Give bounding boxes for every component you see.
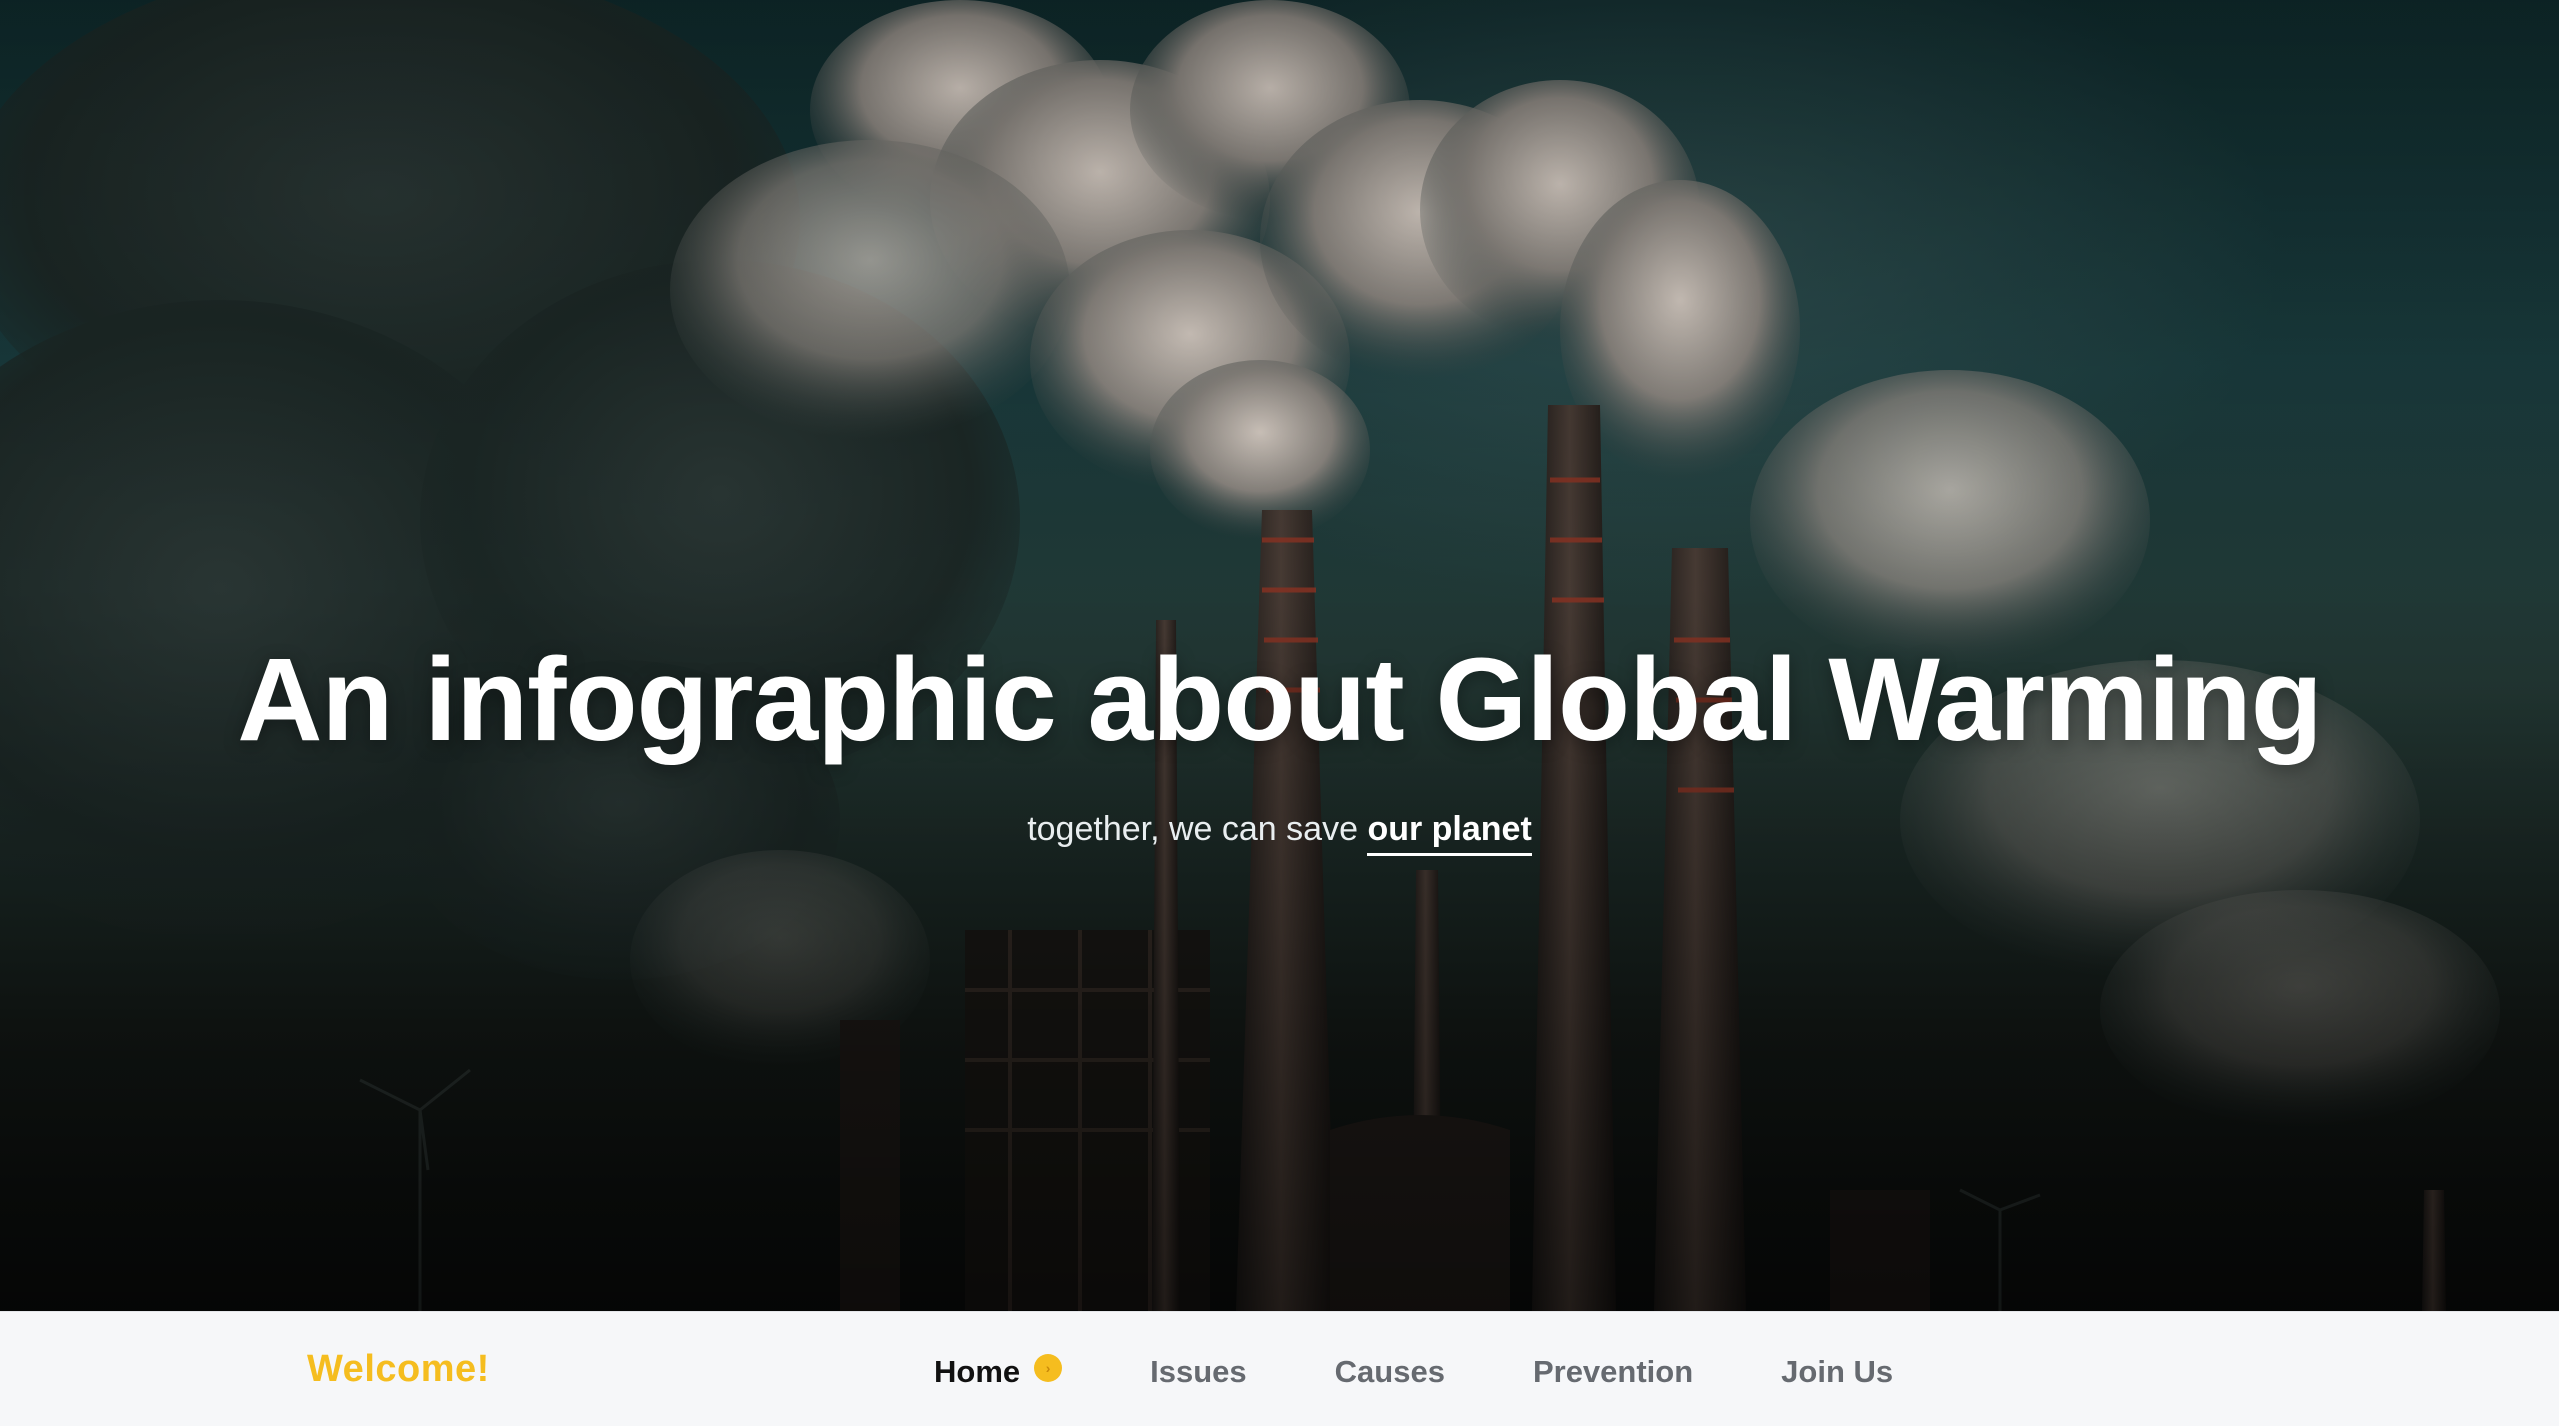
brand-welcome: Welcome! bbox=[307, 1348, 490, 1390]
hero-section: An infographic about Global Warming toge… bbox=[0, 0, 2559, 1311]
nav-item-label: Home bbox=[934, 1354, 1021, 1389]
nav-item-issues[interactable]: Issues bbox=[1150, 1354, 1247, 1390]
our-planet-link[interactable]: our planet bbox=[1367, 810, 1532, 856]
active-indicator-icon: › bbox=[1034, 1354, 1063, 1382]
nav-item-label: Prevention bbox=[1532, 1354, 1694, 1389]
hero-subtitle-text: together, we can save bbox=[1027, 810, 1358, 848]
nav-item-causes[interactable]: Causes bbox=[1335, 1354, 1445, 1390]
nav-item-home[interactable]: Home › bbox=[934, 1354, 1063, 1390]
navigation-bar: Welcome! Home › Issues Causes Prevention… bbox=[0, 1311, 2559, 1426]
nav-item-label: Join Us bbox=[1781, 1354, 1894, 1389]
nav-item-label: Issues bbox=[1150, 1354, 1247, 1389]
nav-item-join-us[interactable]: Join Us bbox=[1781, 1354, 1893, 1390]
hero-title: An infographic about Global Warming bbox=[237, 634, 2323, 766]
hero-subtitle: together, we can save our planet bbox=[0, 810, 2559, 856]
nav-item-prevention[interactable]: Prevention bbox=[1533, 1354, 1693, 1390]
nav-menu: Home › Issues Causes Prevention Join Us bbox=[934, 1354, 1893, 1390]
nav-item-label: Causes bbox=[1334, 1354, 1445, 1389]
